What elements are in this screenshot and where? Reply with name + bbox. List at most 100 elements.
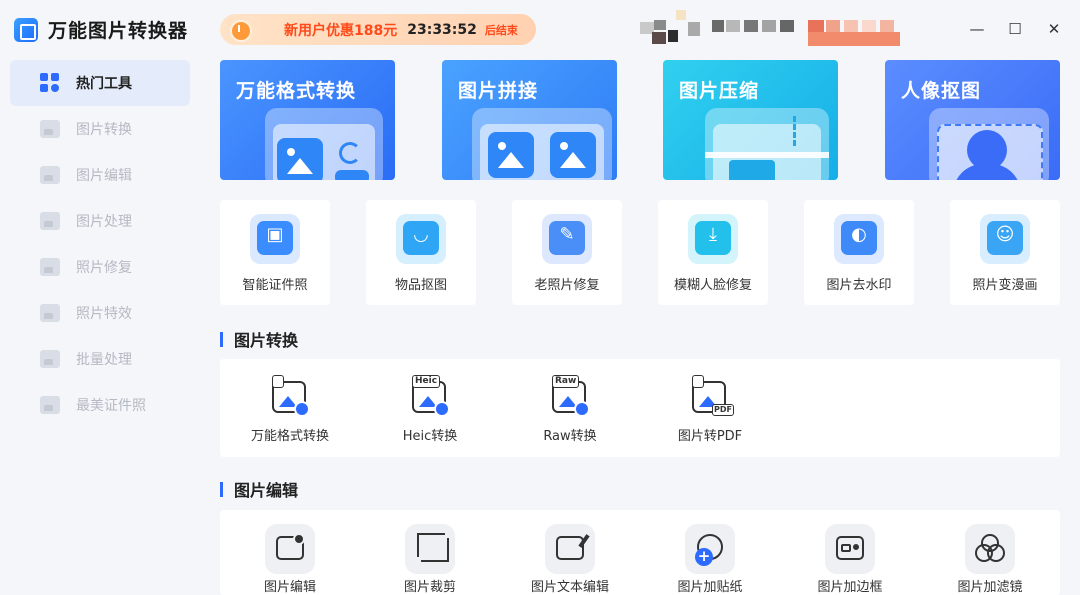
convert-item-raw[interactable]: Raw Raw转换 [500,359,640,457]
section-header-convert: 图片转换 [220,327,298,351]
convert-item-label: Heic转换 [402,429,458,444]
sidebar-item-label: 图片处理 [76,214,132,230]
sidebar-item-image-edit[interactable]: 图片编辑 [10,152,190,198]
tool-remove-watermark[interactable]: ◐ 图片去水印 [804,200,914,305]
promo-text: 新用户优惠188元 [284,22,398,39]
portrait-cutout-illustration [929,108,1049,180]
tool-label: 模糊人脸修复 [673,278,752,293]
watermark-remove-icon: ◐ [834,214,884,264]
picture-icon [550,132,596,178]
tool-object-cutout[interactable]: ◡ 物品抠图 [366,200,476,305]
tool-label: 老照片修复 [534,278,600,293]
close-button[interactable]: ✕ [1045,20,1063,38]
tool-label: 图片去水印 [826,278,892,293]
edit-panel: 图片编辑 图片裁剪 图片文本编辑 + 图片加贴纸 图片加边框 图片加滤镜 [220,510,1060,595]
bear-icon: ☺ [980,214,1030,264]
section-accent-bar [220,331,223,347]
app-header: 万能图片转换器 [14,16,188,43]
image-edit-icon [40,166,60,184]
banner-portrait-cutout[interactable]: 人像抠图 [885,60,1060,180]
sidebar-item-label: 照片修复 [76,260,132,276]
sidebar-item-photo-repair[interactable]: 照片修复 [10,244,190,290]
tool-old-photo-repair[interactable]: ✎ 老照片修复 [512,200,622,305]
convert-item-label: 万能格式转换 [250,429,329,444]
section-accent-bar [220,481,223,497]
wrench-icon: ✎ [542,214,592,264]
app-title: 万能图片转换器 [48,20,189,42]
compress-illustration [705,108,829,180]
format-convert-illustration [265,108,383,180]
minimize-button[interactable]: — [968,20,986,38]
format-convert-icon [272,375,310,417]
picture-icon [277,138,323,180]
sidebar-item-batch[interactable]: 批量处理 [10,336,190,382]
text-edit-icon [545,524,595,574]
download-face-icon: ⤓ [688,214,738,264]
banner-title: 万能格式转换 [236,80,357,102]
tool-smart-id-photo[interactable]: ▣ 智能证件照 [220,200,330,305]
grid-icon [40,73,60,93]
banner-title: 图片压缩 [679,80,760,102]
edit-item-label: 图片文本编辑 [530,580,609,595]
promo-banner[interactable]: 新用户优惠188元 23:33:52 后结束 [220,14,536,45]
crop-icon [405,524,455,574]
convert-item-label: Raw转换 [543,429,597,444]
border-icon [825,524,875,574]
sidebar-item-label: 热门工具 [76,76,132,92]
alarm-clock-icon [220,14,256,45]
sidebar-item-image-convert[interactable]: 图片转换 [10,106,190,152]
edit-item-filter[interactable]: 图片加滤镜 [920,510,1060,595]
tool-blur-face-repair[interactable]: ⤓ 模糊人脸修复 [658,200,768,305]
banner-image-compress[interactable]: 图片压缩 [663,60,838,180]
section-title: 图片编辑 [234,481,299,500]
user-info-blurred[interactable] [640,10,910,46]
edit-item-sticker[interactable]: + 图片加贴纸 [640,510,780,595]
picture-icon [488,132,534,178]
sidebar-item-image-process[interactable]: 图片处理 [10,198,190,244]
sidebar-item-label: 批量处理 [76,352,132,368]
sidebar-item-hot-tools[interactable]: 热门工具 [10,60,190,106]
convert-item-label: 图片转PDF [677,429,743,444]
batch-icon [40,350,60,368]
convert-item-format[interactable]: 万能格式转换 [220,359,360,457]
tool-label: 照片变漫画 [972,278,1038,293]
banner-title: 图片拼接 [458,80,539,102]
tool-photo-to-comic[interactable]: ☺ 照片变漫画 [950,200,1060,305]
promo-countdown: 23:33:52 [407,21,477,38]
banner-title: 人像抠图 [901,80,982,102]
image-process-icon [40,212,60,230]
raw-icon: Raw [552,375,590,417]
sidebar-item-id-photo[interactable]: 最美证件照 [10,382,190,428]
sidebar-item-label: 照片特效 [76,306,132,322]
edit-item-label: 图片编辑 [263,580,316,595]
edit-item-label: 图片加贴纸 [677,580,743,595]
main-content: 新用户优惠188元 23:33:52 后结束 — ☐ ✕ 万能格式转换 图片拼接… [200,0,1080,595]
edit-item-crop[interactable]: 图片裁剪 [360,510,500,595]
sidebar-nav: 热门工具 图片转换 图片编辑 图片处理 照片修复 照片特效 批量处理 最美证件照 [10,60,190,428]
convert-item-pdf[interactable]: PDF 图片转PDF [640,359,780,457]
sidebar-item-label: 图片编辑 [76,168,132,184]
banner-image-stitch[interactable]: 图片拼接 [442,60,617,180]
promo-suffix: 后结束 [484,23,518,37]
sidebar-item-label: 最美证件照 [76,398,146,414]
photo-effect-icon [40,304,60,322]
edit-item-border[interactable]: 图片加边框 [780,510,920,595]
edit-item-label: 图片加边框 [817,580,883,595]
section-header-edit: 图片编辑 [220,477,298,501]
convert-item-heic[interactable]: Heic Heic转换 [360,359,500,457]
image-convert-icon [40,120,60,138]
edit-item-text-edit[interactable]: 图片文本编辑 [500,510,640,595]
maximize-button[interactable]: ☐ [1006,20,1024,38]
sidebar: 万能图片转换器 热门工具 图片转换 图片编辑 图片处理 照片修复 照片特效 批量… [0,0,200,595]
image-stitch-illustration [472,108,612,180]
sticker-icon: + [685,524,735,574]
refresh-icon [339,142,361,164]
sidebar-item-photo-effect[interactable]: 照片特效 [10,290,190,336]
edit-item-label: 图片加滤镜 [957,580,1023,595]
edit-item-image-edit[interactable]: 图片编辑 [220,510,360,595]
bag-icon: ◡ [396,214,446,264]
banner-format-convert[interactable]: 万能格式转换 [220,60,395,180]
id-photo-icon [40,396,60,414]
image-settings-icon [265,524,315,574]
tool-label: 物品抠图 [394,278,447,293]
